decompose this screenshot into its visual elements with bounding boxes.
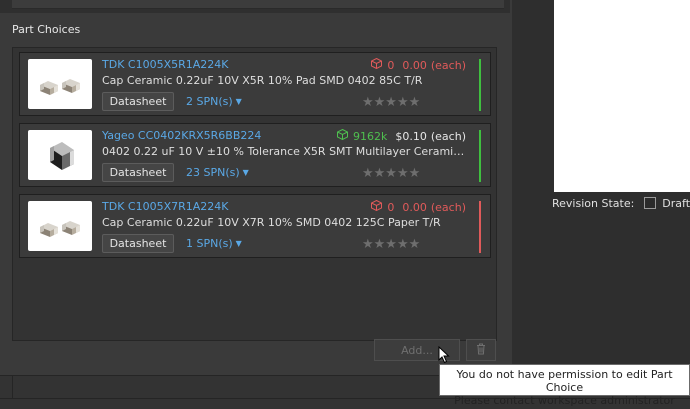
- chevron-down-icon: ▼: [235, 239, 242, 248]
- unit-price: $0.10: [395, 129, 427, 143]
- permission-tooltip: You do not have permission to edit Part …: [439, 364, 690, 407]
- part-description: 0402 0.22 uF 10 V ±10 % Tolerance X5R SM…: [102, 145, 468, 158]
- part-card[interactable]: Yageo CC0402KRX5R6BB224 0402 0.22 uF 10 …: [19, 123, 491, 187]
- status-indicator: [479, 130, 481, 182]
- stock-quantity: 0: [387, 200, 395, 214]
- stock-price: 0 0.00 (each): [371, 199, 466, 214]
- price-unit: (each): [430, 58, 466, 72]
- stock-quantity: 0: [387, 58, 395, 72]
- part-card[interactable]: TDK C1005X5R1A224K Cap Ceramic 0.22uF 10…: [19, 52, 491, 116]
- manufacturer-part-number[interactable]: TDK C1005X5R1A224K: [102, 58, 228, 71]
- datasheet-button[interactable]: Datasheet: [102, 92, 174, 111]
- revision-state-row: Revision State: Draft: [552, 196, 690, 210]
- delete-button[interactable]: [466, 339, 496, 361]
- unit-price: 0.00: [402, 200, 427, 214]
- unit-price: 0.00: [402, 58, 427, 72]
- draft-checkbox[interactable]: [644, 197, 657, 209]
- part-choices-list: TDK C1005X5R1A224K Cap Ceramic 0.22uF 10…: [12, 47, 497, 341]
- stock-cube-icon: [337, 128, 348, 143]
- stock-quantity: 9162k: [353, 129, 388, 143]
- part-choices-panel: Part Choices TDK C1005X5R1A224K Cap Cera…: [0, 13, 510, 375]
- spn-count: 2 SPN(s): [186, 95, 233, 108]
- part-thumbnail: [28, 59, 92, 109]
- preview-area: [554, 0, 690, 192]
- price-unit: (each): [430, 129, 466, 143]
- spn-count: 1 SPN(s): [186, 237, 233, 250]
- part-thumbnail: [28, 201, 92, 251]
- bottom-segment: [0, 376, 13, 398]
- scrollbar[interactable]: [500, 47, 508, 341]
- part-thumbnail: [28, 130, 92, 180]
- status-indicator: [479, 201, 481, 253]
- top-panel-edge: [12, 0, 504, 9]
- tooltip-line-2: Please contact workspace administrator: [454, 394, 675, 407]
- manufacturer-part-number[interactable]: Yageo CC0402KRX5R6BB224: [102, 129, 261, 142]
- status-indicator: [479, 59, 481, 111]
- stock-cube-icon: [371, 199, 383, 214]
- part-description: Cap Ceramic 0.22uF 10V X5R 10% Pad SMD 0…: [102, 74, 423, 87]
- spn-dropdown[interactable]: 23 SPN(s) ▼: [186, 166, 249, 179]
- price-unit: (each): [430, 200, 466, 214]
- chevron-down-icon: ▼: [242, 168, 249, 177]
- spn-count: 23 SPN(s): [186, 166, 240, 179]
- rating-stars[interactable]: ★★★★★: [362, 237, 420, 252]
- part-description: Cap Ceramic 0.22uF 10V X7R 10% SMD 0402 …: [102, 216, 441, 229]
- manufacturer-part-number[interactable]: TDK C1005X7R1A224K: [102, 200, 228, 213]
- section-title: Part Choices: [12, 23, 81, 36]
- rating-stars[interactable]: ★★★★★: [362, 166, 420, 181]
- stock-price: 9162k $0.10 (each): [337, 128, 466, 143]
- spn-dropdown[interactable]: 1 SPN(s) ▼: [186, 237, 242, 250]
- rating-stars[interactable]: ★★★★★: [362, 95, 420, 110]
- stock-price: 0 0.00 (each): [371, 57, 466, 72]
- tooltip-line-1: You do not have permission to edit Part …: [456, 368, 673, 394]
- revision-state-label: Revision State:: [552, 196, 635, 210]
- cursor-icon: [438, 345, 450, 367]
- datasheet-button[interactable]: Datasheet: [102, 234, 174, 253]
- part-card[interactable]: TDK C1005X7R1A224K Cap Ceramic 0.22uF 10…: [19, 194, 491, 258]
- stock-cube-icon: [371, 57, 383, 72]
- top-strip: [0, 0, 510, 13]
- draft-label: Draft: [662, 196, 690, 210]
- spn-dropdown[interactable]: 2 SPN(s) ▼: [186, 95, 242, 108]
- trash-icon: [476, 343, 486, 358]
- datasheet-button[interactable]: Datasheet: [102, 163, 174, 182]
- chevron-down-icon: ▼: [235, 97, 242, 106]
